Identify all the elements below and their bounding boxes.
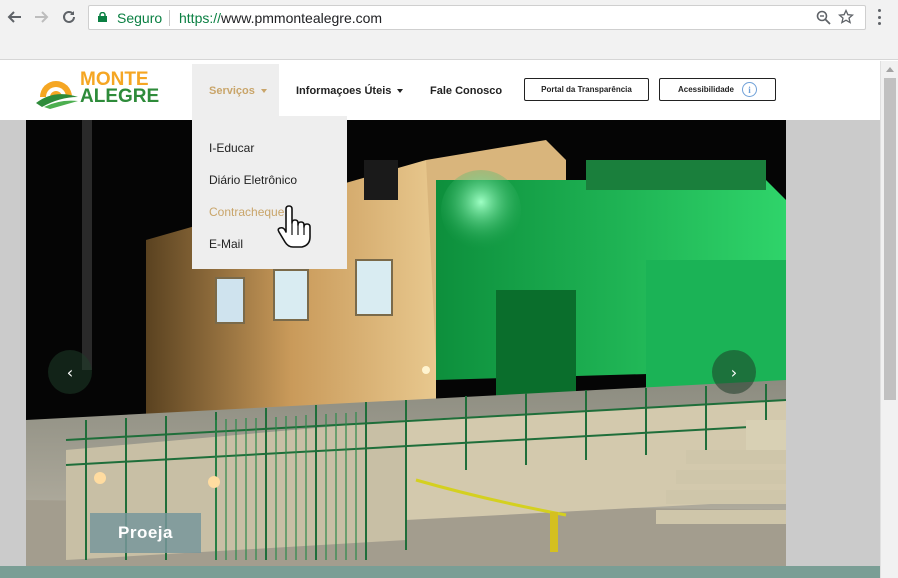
page-scrollbar[interactable] bbox=[880, 61, 898, 578]
scrollbar-thumb[interactable] bbox=[884, 78, 896, 400]
portal-transparencia-button[interactable]: Portal da Transparência bbox=[524, 78, 649, 101]
hero-photo bbox=[26, 120, 786, 566]
portal-label: Portal da Transparência bbox=[541, 85, 632, 94]
dropdown-item-ieducar[interactable]: I-Educar bbox=[192, 132, 347, 164]
nav-fale-label: Fale Conosco bbox=[430, 84, 503, 97]
omnibox-separator bbox=[169, 10, 170, 26]
url-text[interactable]: https://www.pmmontealegre.com bbox=[179, 10, 382, 26]
nav-servicos[interactable]: Serviços bbox=[192, 64, 279, 117]
star-icon[interactable] bbox=[837, 8, 855, 26]
nav-fale-conosco[interactable]: Fale Conosco bbox=[430, 64, 502, 117]
site-logo[interactable]: MONTE ALEGRE bbox=[36, 70, 160, 111]
servicos-dropdown: I-Educar Diário Eletrônico Contracheque … bbox=[192, 116, 347, 269]
secure-label: Seguro bbox=[117, 10, 163, 26]
slide-caption[interactable]: Proeja bbox=[90, 513, 201, 553]
logo-sun-icon bbox=[36, 81, 78, 109]
dropdown-item-diario[interactable]: Diário Eletrônico bbox=[192, 164, 347, 196]
nav-servicos-label: Serviços bbox=[209, 84, 255, 97]
logo-text: MONTE ALEGRE bbox=[80, 70, 160, 107]
site-header: MONTE ALEGRE Serviços Informaçoes Úteis … bbox=[0, 61, 880, 120]
chevron-down-icon bbox=[260, 88, 267, 93]
address-bar[interactable]: Seguro https://www.pmmontealegre.com bbox=[88, 5, 866, 30]
footer-strip bbox=[0, 566, 880, 578]
browser-toolbar: Seguro https://www.pmmontealegre.com bbox=[0, 0, 898, 60]
dropdown-item-email[interactable]: E-Mail bbox=[192, 228, 347, 260]
lock-icon bbox=[98, 12, 107, 22]
chevron-right-icon: › bbox=[730, 362, 738, 382]
carousel-next-button[interactable]: › bbox=[712, 350, 756, 394]
scroll-up-icon[interactable] bbox=[886, 67, 894, 72]
acessibilidade-label: Acessibilidade bbox=[677, 85, 735, 94]
nav-informacoes[interactable]: Informaçoes Úteis bbox=[296, 64, 404, 117]
reload-icon[interactable] bbox=[58, 6, 80, 28]
chevron-left-icon: ‹ bbox=[66, 362, 74, 382]
chevron-down-icon bbox=[397, 88, 404, 93]
hand-cursor-icon bbox=[277, 205, 311, 248]
carousel-prev-button[interactable]: ‹ bbox=[48, 350, 92, 394]
info-icon: i bbox=[742, 82, 758, 97]
menu-icon[interactable] bbox=[872, 8, 886, 26]
zoom-icon[interactable] bbox=[814, 8, 832, 26]
nav-informacoes-label: Informaçoes Úteis bbox=[296, 84, 392, 97]
url-scheme: https:// bbox=[179, 10, 222, 26]
logo-line-2: ALEGRE bbox=[80, 86, 160, 107]
hero-carousel: ‹ › Proeja bbox=[26, 120, 786, 566]
dropdown-item-contracheque[interactable]: Contracheque bbox=[192, 196, 347, 228]
back-icon[interactable] bbox=[4, 6, 26, 28]
url-host: www.pmmontealegre.com bbox=[221, 10, 383, 26]
forward-icon[interactable] bbox=[30, 6, 52, 28]
acessibilidade-button[interactable]: Acessibilidade i bbox=[659, 78, 776, 101]
slide-caption-text: Proeja bbox=[118, 523, 173, 542]
web-page: MONTE ALEGRE Serviços Informaçoes Úteis … bbox=[0, 61, 880, 578]
